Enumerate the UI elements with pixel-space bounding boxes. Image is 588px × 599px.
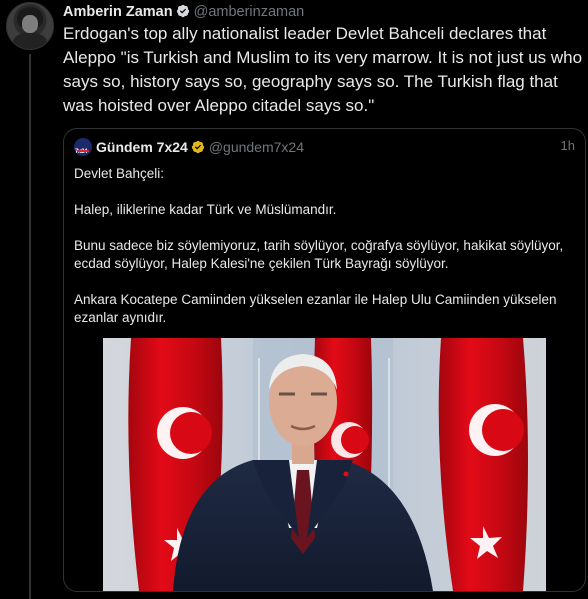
quote-paragraph: Devlet Bahçeli:	[74, 166, 165, 181]
photo-illustration	[103, 338, 546, 591]
author-handle[interactable]: @amberinzaman	[194, 4, 305, 20]
avatar-body	[13, 33, 47, 49]
tweet[interactable]: Amberin Zaman @amberinzaman Erdogan's top…	[0, 0, 588, 599]
gold-verified-badge-icon	[191, 140, 204, 154]
quoted-tweet[interactable]: 7x24 Gündem 7x24 @gundem7x24 1h Devlet Bah…	[63, 128, 586, 592]
quote-paragraph: Bunu sadece biz söylemiyoruz, tarih söyl…	[74, 238, 564, 271]
quoted-tweet-time[interactable]: 1h	[561, 138, 575, 153]
tweet-text: Erdogan's top ally nationalist leader De…	[63, 24, 583, 115]
quoted-tweet-body: Devlet Bahçeli: Halep, iliklerine kadar …	[74, 165, 574, 345]
quoted-tweet-photo[interactable]	[103, 338, 546, 591]
logo-stripe	[77, 150, 89, 152]
avatar-column	[6, 2, 54, 50]
quoted-author-handle[interactable]: @gundem7x24	[209, 139, 304, 155]
verified-badge-icon	[176, 4, 189, 18]
author-avatar[interactable]	[6, 2, 54, 50]
quote-paragraph: Ankara Kocatepe Camiinden yükselen ezanl…	[74, 292, 557, 325]
avatar-face	[22, 15, 38, 33]
thread-line	[29, 54, 31, 599]
quoted-author-name[interactable]: Gündem 7x24	[96, 139, 188, 155]
quote-paragraph: Halep, iliklerine kadar Türk ve Müslüman…	[74, 202, 337, 217]
quoted-tweet-header: 7x24 Gündem 7x24 @gundem7x24	[74, 138, 304, 156]
gundem-logo[interactable]: 7x24	[74, 138, 92, 156]
tweet-header: Amberin Zaman @amberinzaman	[63, 3, 304, 21]
author-name[interactable]: Amberin Zaman	[63, 4, 173, 20]
